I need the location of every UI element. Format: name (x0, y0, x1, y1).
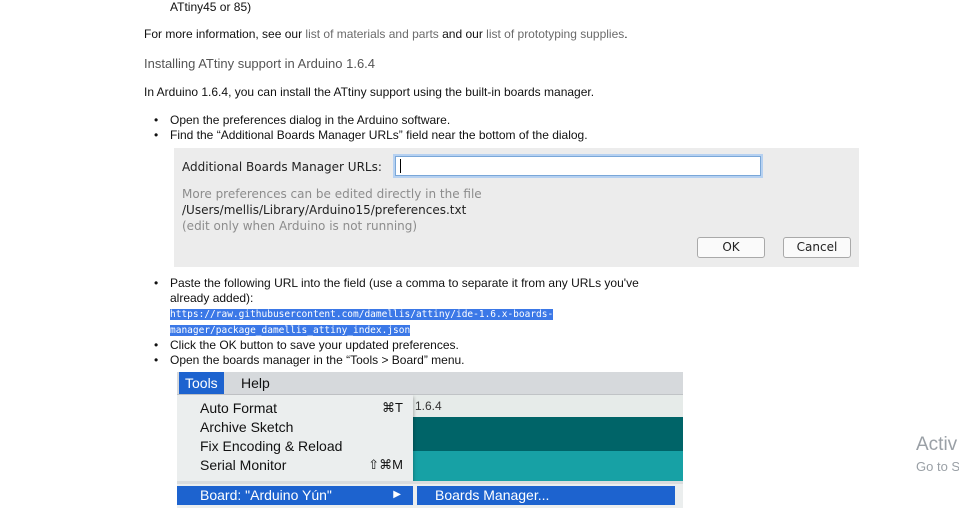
menu-item-boards-manager[interactable]: Boards Manager... (417, 486, 675, 505)
list-item: Find the “Additional Boards Manager URLs… (144, 128, 588, 143)
materials-parts-link[interactable]: list of materials and parts (305, 27, 438, 41)
boards-manager-urls-input[interactable] (395, 156, 761, 176)
preferences-dialog: Additional Boards Manager URLs: More pre… (174, 148, 859, 267)
paste-instruction-line-1: Paste the following URL into the field (… (170, 276, 639, 290)
steps-list-a: Open the preferences dialog in the Ardui… (144, 113, 588, 143)
menu-item-label: Fix Encoding & Reload (200, 438, 343, 454)
menu-help[interactable]: Help (235, 372, 276, 394)
paste-instruction-line-2: already added): (170, 291, 254, 305)
preferences-file-path: /Users/mellis/Library/Arduino15/preferen… (182, 203, 467, 217)
board-url-line-1: https://raw.githubusercontent.com/damell… (170, 309, 554, 320)
steps-list-b: Paste the following URL into the field (… (144, 276, 639, 368)
menu-item-shortcut: ⇧⌘M (368, 457, 403, 472)
menu-item-label: Archive Sketch (200, 419, 294, 435)
menu-item-shortcut: ⌘T (382, 400, 403, 415)
more-info-mid: and our (438, 27, 487, 41)
preferences-note: More preferences can be edited directly … (182, 186, 482, 234)
boards-manager-urls-label: Additional Boards Manager URLs: (182, 160, 382, 174)
editor-title-area (413, 395, 683, 417)
more-info-post: . (624, 27, 628, 41)
menu-bar: Tools Help (177, 372, 683, 395)
menu-item-label: Serial Monitor (200, 457, 287, 473)
activate-windows-subtext: Go to S (916, 459, 959, 474)
list-item: Open the preferences dialog in the Ardui… (144, 113, 588, 128)
menu-item-board[interactable]: Board: "Arduino Yún" ▶ (177, 486, 413, 505)
list-item: Click the OK button to save your updated… (144, 338, 639, 353)
ok-button[interactable]: OK (697, 237, 765, 258)
menu-item-fix-encoding[interactable]: Fix Encoding & Reload (177, 436, 413, 455)
menu-item-label: Auto Format (200, 400, 278, 416)
board-url-line-2: manager/package_damellis_attiny_index.js… (170, 325, 411, 336)
note-line-3: (edit only when Arduino is not running) (182, 219, 418, 233)
note-line-1: More preferences can be edited directly … (182, 187, 482, 201)
cancel-button[interactable]: Cancel (783, 237, 851, 258)
menu-item-archive-sketch[interactable]: Archive Sketch (177, 417, 413, 436)
section-heading: Installing ATtiny support in Arduino 1.6… (144, 56, 376, 71)
more-info-paragraph: For more information, see our list of ma… (144, 27, 628, 41)
list-item: Open the boards manager in the “Tools > … (144, 353, 639, 368)
more-info-pre: For more information, see our (144, 27, 306, 41)
list-item: Paste the following URL into the field (… (144, 276, 639, 338)
intro-paragraph: In Arduino 1.6.4, you can install the AT… (144, 85, 595, 99)
arduino-version-label: 1.6.4 (415, 399, 442, 413)
tools-menu-screenshot: Tools Help 1.6.4 Auto Format ⌘T Archive … (177, 372, 683, 508)
tools-dropdown: Auto Format ⌘T Archive Sketch Fix Encodi… (177, 395, 413, 481)
menu-item-auto-format[interactable]: Auto Format ⌘T (177, 398, 413, 417)
menu-item-label: Boards Manager... (435, 487, 550, 503)
board-url-text[interactable]: https://raw.githubusercontent.com/damell… (170, 306, 639, 338)
list-item-fragment: ATtiny45 or 85) (170, 0, 252, 14)
prototyping-supplies-link[interactable]: list of prototyping supplies (486, 27, 624, 41)
text-caret (400, 159, 401, 173)
menu-tools[interactable]: Tools (179, 372, 224, 394)
menu-item-serial-monitor[interactable]: Serial Monitor ⇧⌘M (177, 455, 413, 474)
activate-windows-watermark: Activ (916, 434, 958, 455)
menu-item-label: Board: "Arduino Yún" (200, 487, 332, 503)
submenu-arrow-icon: ▶ (393, 489, 401, 500)
